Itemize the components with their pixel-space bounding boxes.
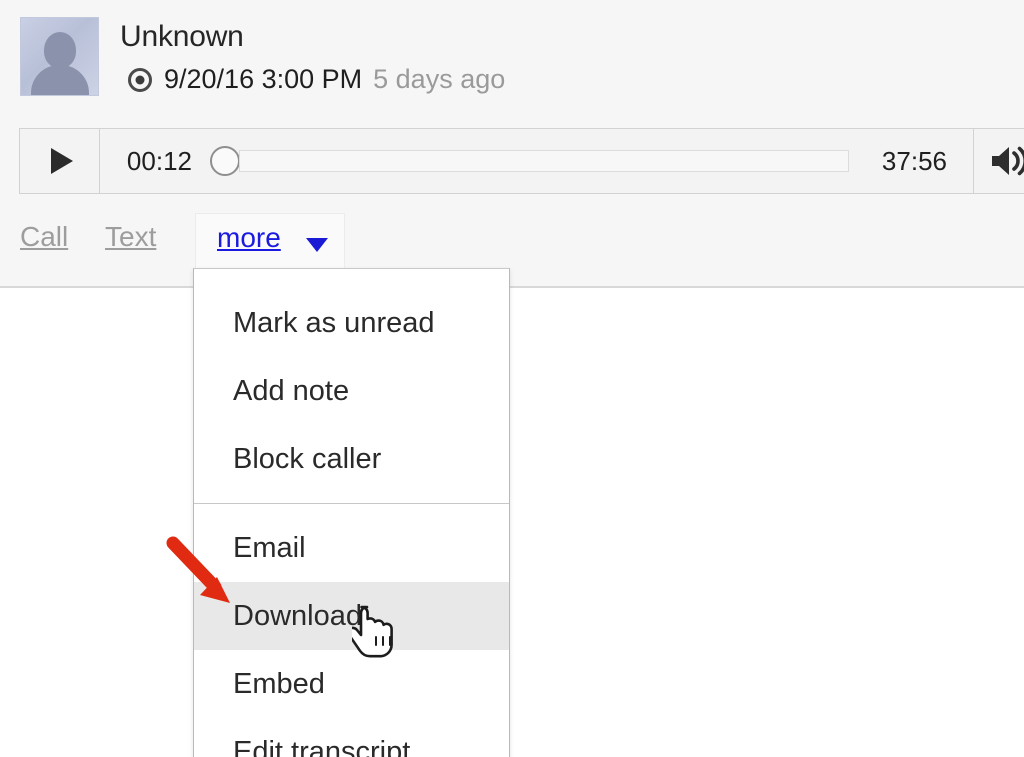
menu-item-label: Add note — [233, 375, 350, 407]
caller-name: Unknown — [120, 20, 244, 53]
menu-item-label: Block caller — [233, 443, 382, 475]
menu-item-block-caller[interactable]: Block caller — [194, 425, 509, 493]
message-panel: Unknown 9/20/16 3:00 PM 5 days ago 00:12… — [0, 0, 1024, 288]
menu-item-email[interactable]: Email — [194, 514, 509, 582]
person-placeholder-avatar — [20, 17, 99, 96]
speaker-volume-icon — [989, 144, 1024, 178]
message-timestamp: 9/20/16 3:00 PM — [164, 64, 363, 94]
menu-item-edit-transcript[interactable]: Edit transcript — [194, 718, 509, 757]
text-link[interactable]: Text — [105, 221, 156, 253]
scrubber-area: 00:12 — [100, 129, 856, 193]
call-link[interactable]: Call — [20, 221, 68, 253]
action-links-row: Call Text more — [0, 213, 1024, 269]
progress-slider-knob[interactable] — [210, 146, 240, 176]
menu-item-label: Mark as unread — [233, 307, 435, 339]
more-dropdown-menu: Mark as unread Add note Block caller Ema… — [193, 268, 510, 757]
play-button[interactable] — [20, 129, 100, 193]
more-dropdown-button[interactable]: more — [195, 213, 345, 269]
avatar-head-shape — [43, 32, 76, 68]
menu-group-secondary: Email Download Embed Edit transcript — [194, 504, 509, 757]
voicemail-detail-screen: Unknown 9/20/16 3:00 PM 5 days ago 00:12… — [0, 0, 1024, 757]
menu-item-download[interactable]: Download — [194, 582, 509, 650]
progress-slider-track[interactable] — [239, 150, 849, 172]
menu-item-mark-as-unread[interactable]: Mark as unread — [194, 289, 509, 357]
menu-item-label: Email — [233, 532, 306, 564]
menu-item-embed[interactable]: Embed — [194, 650, 509, 718]
message-relative-time: 5 days ago — [373, 64, 506, 94]
record-dot-icon — [128, 67, 152, 92]
menu-group-primary: Mark as unread Add note Block caller — [194, 269, 509, 503]
chevron-down-icon — [306, 238, 328, 252]
menu-item-add-note[interactable]: Add note — [194, 357, 509, 425]
avatar-body-shape — [30, 65, 89, 95]
audio-player: 00:12 37:56 — [19, 128, 1024, 194]
more-label: more — [217, 222, 281, 253]
timestamp-row: 9/20/16 3:00 PM 5 days ago — [128, 64, 505, 95]
menu-item-label: Edit transcript — [233, 736, 411, 757]
menu-item-label: Embed — [233, 668, 325, 700]
volume-button[interactable] — [973, 129, 1024, 193]
menu-item-label: Download — [233, 600, 362, 632]
total-time-label: 37:56 — [881, 145, 947, 176]
play-triangle-icon — [50, 148, 73, 174]
current-time-label: 00:12 — [126, 145, 192, 176]
